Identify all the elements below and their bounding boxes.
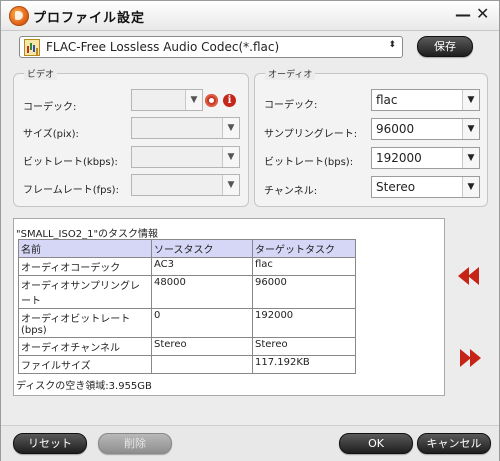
select-arrows-icon: ⬍ [388, 40, 396, 50]
row-source-cell [151, 355, 253, 374]
column-header-target: ターゲットタスク [252, 239, 356, 258]
row-target-cell: 96000 [252, 275, 356, 309]
app-logo-icon [9, 6, 29, 26]
profile-settings-window: プロファイル設定 — ✕ FLAC-Free Lossless Audio Co… [0, 0, 500, 461]
chevron-down-icon: ▼ [462, 90, 479, 110]
task-info-title: "SMALL_ISO2_1"のタスク情報 [16, 229, 159, 240]
audio-channel-label: チャンネル: [264, 186, 318, 197]
audio-samplerate-value: 96000 [376, 122, 415, 136]
audio-codec-value: flac [376, 93, 398, 107]
chevron-down-icon: ▼ [185, 90, 202, 110]
video-size-label: サイズ(pix): [23, 129, 79, 140]
double-arrow-left-icon [468, 267, 479, 285]
audio-channel-value: Stereo [376, 180, 416, 194]
row-name-cell: オーディオコーデック [18, 257, 152, 276]
ok-button[interactable]: OK [339, 433, 413, 454]
chevron-down-icon: ▼ [462, 148, 479, 168]
expand-right-button[interactable] [460, 349, 484, 367]
row-name-cell: オーディオチャンネル [18, 337, 152, 356]
video-codec-label: コーデック: [23, 102, 77, 113]
row-name-cell: オーディオサンプリングレート [18, 275, 152, 309]
chevron-down-icon: ▼ [462, 177, 479, 197]
video-size-select[interactable]: ▼ [131, 117, 240, 139]
title-bar: プロファイル設定 — ✕ [1, 1, 499, 31]
row-name-cell: ファイルサイズ [18, 355, 152, 374]
info-icon[interactable]: i [223, 94, 236, 107]
table-row: ファイルサイズ 117.192KB [18, 355, 356, 374]
row-target-cell: Stereo [252, 337, 356, 356]
task-info-table: 名前 ソースタスク ターゲットタスク オーディオコーデック AC3 flac オ… [18, 239, 356, 374]
reset-button[interactable]: リセット [13, 433, 87, 454]
audio-channel-select[interactable]: Stereo ▼ [371, 176, 480, 198]
video-legend: ビデオ [24, 67, 58, 80]
close-button[interactable]: ✕ [476, 4, 489, 23]
table-row: オーディオビットレート(bps) 0 192000 [18, 308, 356, 338]
row-source-cell: AC3 [151, 257, 253, 276]
row-name-cell: オーディオビットレート(bps) [18, 308, 152, 338]
column-header-name: 名前 [18, 239, 152, 258]
row-target-cell: 192000 [252, 308, 356, 338]
row-source-cell: 48000 [151, 275, 253, 309]
audio-file-icon [24, 39, 40, 56]
cancel-button[interactable]: キャンセル [417, 433, 491, 454]
audio-bitrate-label: ビットレート(bps): [264, 157, 354, 168]
format-select-value: FLAC-Free Lossless Audio Codec(*.flac) [46, 40, 280, 54]
column-header-source: ソースタスク [151, 239, 253, 258]
table-row: オーディオサンプリングレート 48000 96000 [18, 275, 356, 309]
minimize-button[interactable]: — [455, 5, 471, 24]
disk-space-text: ディスクの空き領域:3.955GB [16, 381, 152, 392]
format-select[interactable]: FLAC-Free Lossless Audio Codec(*.flac) ⬍ [19, 36, 403, 58]
table-header-row: 名前 ソースタスク ターゲットタスク [18, 239, 356, 258]
chevron-down-icon: ▼ [222, 175, 239, 195]
video-codec-select[interactable]: ▼ [131, 89, 203, 111]
row-target-cell: flac [252, 257, 356, 276]
chevron-down-icon: ▼ [222, 118, 239, 138]
row-source-cell: Stereo [151, 337, 253, 356]
double-arrow-right-icon [470, 349, 481, 367]
row-source-cell: 0 [151, 308, 253, 338]
video-framerate-label: フレームレート(fps): [23, 185, 119, 196]
audio-legend: オーディオ [265, 67, 316, 80]
chevron-down-icon: ▼ [462, 119, 479, 139]
table-row: オーディオチャンネル Stereo Stereo [18, 337, 356, 356]
video-bitrate-label: ビットレート(kbps): [23, 157, 118, 168]
audio-codec-select[interactable]: flac ▼ [371, 89, 480, 111]
row-target-cell: 117.192KB [252, 355, 356, 374]
delete-button[interactable]: 削除 [98, 433, 172, 454]
audio-samplerate-label: サンプリングレート: [264, 129, 358, 140]
chevron-down-icon: ▼ [222, 147, 239, 167]
collapse-left-button[interactable] [458, 267, 482, 285]
audio-bitrate-select[interactable]: 192000 ▼ [371, 147, 480, 169]
save-button[interactable]: 保存 [417, 36, 473, 57]
audio-codec-label: コーデック: [264, 100, 318, 111]
table-row: オーディオコーデック AC3 flac [18, 257, 356, 276]
task-info-panel: "SMALL_ISO2_1"のタスク情報 名前 ソースタスク ターゲットタスク … [13, 218, 445, 396]
window-title: プロファイル設定 [33, 11, 146, 26]
video-framerate-select[interactable]: ▼ [131, 174, 240, 196]
audio-samplerate-select[interactable]: 96000 ▼ [371, 118, 480, 140]
gear-icon[interactable] [205, 94, 218, 107]
audio-bitrate-value: 192000 [376, 151, 422, 165]
video-bitrate-select[interactable]: ▼ [131, 146, 240, 168]
